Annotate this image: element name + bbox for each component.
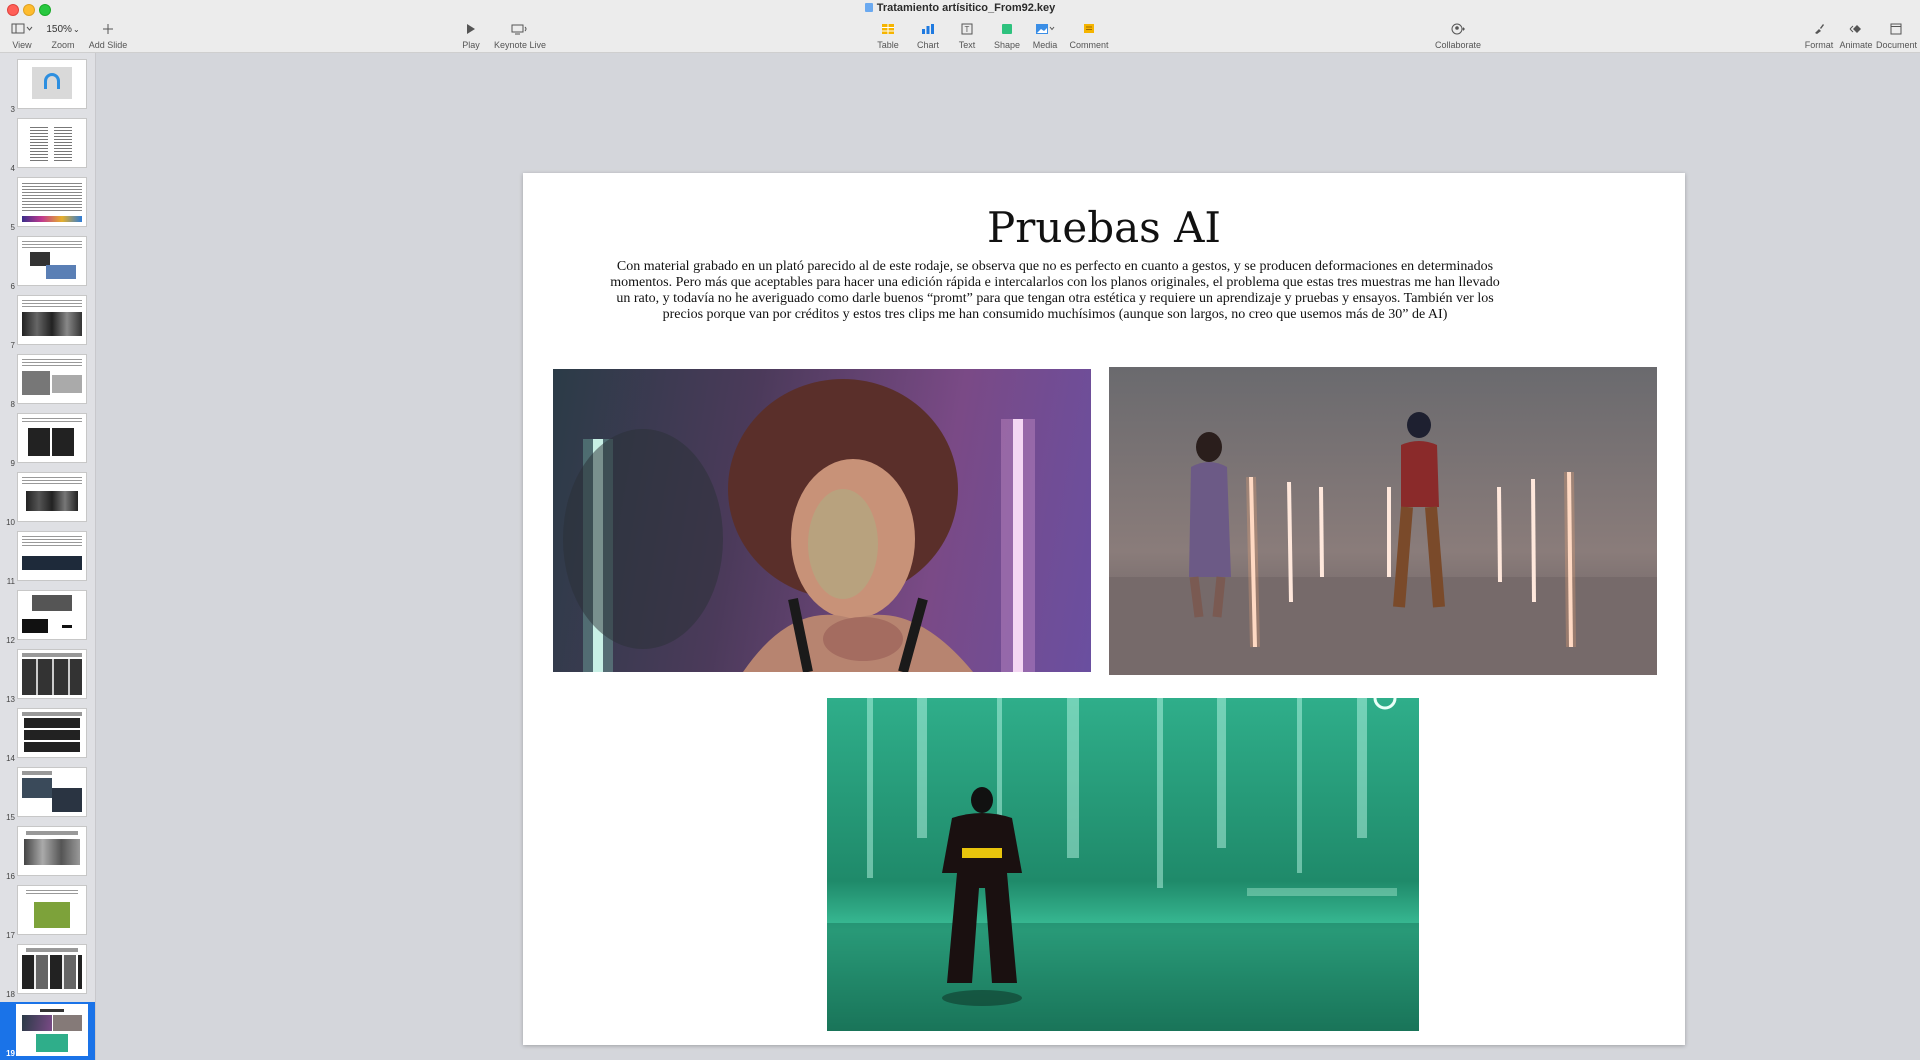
table-button[interactable]: Table xyxy=(874,20,902,50)
comment-icon xyxy=(1084,24,1094,33)
slide-canvas[interactable]: Pruebas AI Con material grabado en un pl… xyxy=(96,53,1920,1060)
slide-thumbnail-17[interactable] xyxy=(18,886,86,934)
format-button[interactable]: Format xyxy=(1804,20,1834,50)
shape-button[interactable]: Shape xyxy=(992,20,1022,50)
slide-number: 12 xyxy=(6,636,15,645)
slide-number: 19 xyxy=(6,1049,15,1058)
slide-number: 11 xyxy=(6,577,15,586)
slide-thumbnail-13[interactable] xyxy=(18,650,86,698)
slide-number: 6 xyxy=(10,282,15,291)
slide-number: 18 xyxy=(6,990,15,999)
slide-thumbnail-5[interactable] xyxy=(18,178,86,226)
slide[interactable]: Pruebas AI Con material grabado en un pl… xyxy=(523,173,1685,1045)
window-title: Tratamiento artísitico_From92.key xyxy=(0,2,1920,14)
view-button[interactable]: View xyxy=(8,20,36,50)
slide-thumbnail-15[interactable] xyxy=(18,768,86,816)
media-icon xyxy=(1036,24,1055,34)
play-icon xyxy=(467,24,475,34)
add-slide-button[interactable]: Add Slide xyxy=(88,20,128,50)
slide-thumbnail-7[interactable] xyxy=(18,296,86,344)
table-icon xyxy=(882,24,894,34)
paintbrush-icon xyxy=(1815,24,1824,34)
slide-number: 5 xyxy=(10,223,15,232)
animate-button[interactable]: Animate xyxy=(1838,20,1874,50)
zoom-dropdown[interactable]: 150% ⌄ Zoom xyxy=(46,20,80,51)
plus-icon xyxy=(103,24,113,34)
slide-navigator[interactable]: 3 4 5 6 7 8 9 10 11 12 13 14 15 16 17 18… xyxy=(0,53,96,1060)
comment-button[interactable]: Comment xyxy=(1068,20,1110,50)
keynote-live-icon xyxy=(511,24,527,35)
slide-thumbnail-4[interactable] xyxy=(18,119,86,167)
keynote-file-icon xyxy=(864,3,873,12)
slide-number: 17 xyxy=(6,931,15,940)
chevron-down-icon: ⌄ xyxy=(72,24,80,34)
close-window-button[interactable] xyxy=(7,4,19,16)
photo-man-green-stage[interactable] xyxy=(827,698,1419,1031)
chart-button[interactable]: Chart xyxy=(914,20,942,50)
document-icon xyxy=(1890,23,1902,35)
shape-icon xyxy=(1002,24,1012,34)
slide-thumbnail-19[interactable] xyxy=(18,1006,86,1054)
slide-thumbnail-8[interactable] xyxy=(18,355,86,403)
animate-icon xyxy=(1849,25,1861,33)
collaborate-icon xyxy=(1451,23,1465,35)
slide-title[interactable]: Pruebas AI xyxy=(523,203,1685,252)
view-icon xyxy=(11,23,33,34)
text-button[interactable]: T Text xyxy=(954,20,980,50)
zoom-window-button[interactable] xyxy=(39,4,51,16)
chart-icon xyxy=(922,24,934,34)
slide-number: 4 xyxy=(10,164,15,173)
slide-number: 8 xyxy=(10,400,15,409)
photo-woman-neon[interactable] xyxy=(553,369,1091,672)
svg-text:T: T xyxy=(965,25,970,34)
slide-number: 10 xyxy=(6,518,15,527)
keynote-live-button[interactable]: Keynote Live xyxy=(492,20,548,50)
slide-number: 3 xyxy=(10,105,15,114)
document-button[interactable]: Document xyxy=(1876,20,1917,50)
slide-number: 9 xyxy=(10,459,15,468)
photo-two-figures-light-tubes[interactable] xyxy=(1109,367,1657,675)
slide-thumbnail-10[interactable] xyxy=(18,473,86,521)
collaborate-button[interactable]: Collaborate xyxy=(1434,20,1482,50)
slide-number: 16 xyxy=(6,872,15,881)
slide-number: 15 xyxy=(6,813,15,822)
minimize-window-button[interactable] xyxy=(23,4,35,16)
slide-thumbnail-11[interactable] xyxy=(18,532,86,580)
slide-thumbnail-18[interactable] xyxy=(18,945,86,993)
window-toolbar: Tratamiento artísitico_From92.key View 1… xyxy=(0,0,1920,53)
text-icon: T xyxy=(961,23,973,35)
slide-number: 13 xyxy=(6,695,15,704)
slide-thumbnail-16[interactable] xyxy=(18,827,86,875)
slide-number: 7 xyxy=(10,341,15,350)
slide-thumbnail-3[interactable] xyxy=(18,60,86,108)
slide-thumbnail-12[interactable] xyxy=(18,591,86,639)
media-button[interactable]: Media xyxy=(1030,20,1060,50)
slide-thumbnail-9[interactable] xyxy=(18,414,86,462)
headphones-icon xyxy=(44,73,60,89)
slide-thumbnail-6[interactable] xyxy=(18,237,86,285)
slide-number: 14 xyxy=(6,754,15,763)
slide-body-text[interactable]: Con material grabado en un plató parecid… xyxy=(605,259,1505,323)
play-button[interactable]: Play xyxy=(458,20,484,50)
slide-thumbnail-14[interactable] xyxy=(18,709,86,757)
